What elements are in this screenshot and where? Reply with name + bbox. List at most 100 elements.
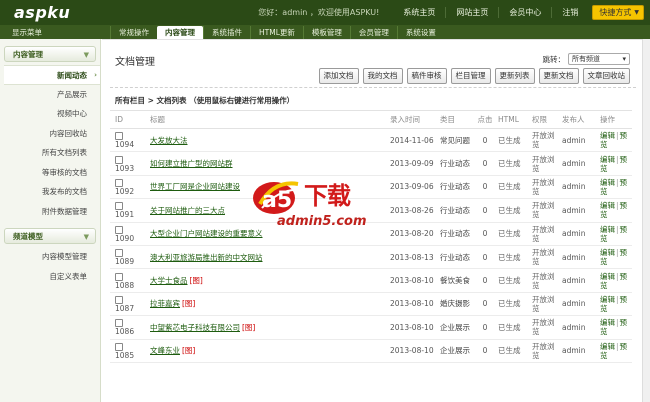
watermark-badge-text: a5: [262, 188, 292, 213]
category-management-button[interactable]: 栏目管理: [450, 68, 491, 84]
vertical-scrollbar[interactable]: [642, 39, 650, 402]
row-category: 婚庆摄影: [438, 292, 474, 317]
row-checkbox[interactable]: [115, 178, 123, 187]
row-date: 2013-08-10: [388, 292, 438, 317]
tab-content-management[interactable]: 内容管理: [157, 26, 203, 39]
row-publisher: admin: [560, 128, 598, 153]
row-hits: 0: [474, 175, 496, 200]
col-permission[interactable]: 权限: [530, 110, 560, 129]
channel-select[interactable]: 所有频道 ▾: [568, 53, 630, 65]
document-title-link[interactable]: 拉菲嘉宾: [150, 299, 180, 308]
row-checkbox[interactable]: [115, 155, 123, 164]
edit-link[interactable]: 编辑: [600, 272, 615, 281]
review-button[interactable]: 稿件审核: [406, 68, 447, 84]
my-documents-button[interactable]: 我的文档: [362, 68, 403, 84]
sidebar-group-content[interactable]: 内容管理 ▼: [4, 46, 96, 62]
row-checkbox[interactable]: [115, 132, 123, 141]
document-title-link[interactable]: 关于网站推广的三大点: [150, 206, 225, 215]
row-id-value: 1092: [115, 186, 135, 196]
row-id: 1085: [110, 339, 148, 363]
row-checkbox[interactable]: [115, 342, 123, 351]
edit-link[interactable]: 编辑: [600, 225, 615, 234]
document-title-link[interactable]: 澳大利亚旅游局推出新的中文网站: [150, 253, 263, 262]
row-checkbox[interactable]: [115, 202, 123, 211]
edit-link[interactable]: 编辑: [600, 155, 615, 164]
col-date[interactable]: 录入时间: [388, 110, 438, 129]
document-title-link[interactable]: 大型企业门户网站建设的重要意义: [150, 229, 263, 238]
show-menu-toggle[interactable]: 显示菜单: [12, 27, 42, 38]
edit-link[interactable]: 编辑: [600, 201, 615, 210]
row-checkbox[interactable]: [115, 249, 123, 258]
add-document-button[interactable]: 添加文档: [318, 68, 359, 84]
sidebar-item-news[interactable]: 新闻动态 ›: [4, 65, 100, 85]
edit-link[interactable]: 编辑: [600, 248, 615, 257]
col-title[interactable]: 标题: [148, 110, 388, 129]
sidebar-item-custom-forms[interactable]: 自定义表单: [0, 267, 100, 287]
tab-settings[interactable]: 系统设置: [396, 26, 444, 39]
edit-link[interactable]: 编辑: [600, 318, 615, 327]
table-row[interactable]: 1086 中望紫芯电子科技有限公司 [图] 2013-08-10 企业展示 0 已生成 开放浏…: [110, 315, 632, 340]
table-row[interactable]: 1088 大学士食品 [图] 2013-08-10 餐饮美食 0 已生成 开放浏览 admin 编…: [110, 268, 632, 293]
table-row[interactable]: 1093 如何建立推广型的网站群 2013-09-09 行业动态 0 已生成 开放浏览 adm…: [110, 151, 632, 176]
link-system-home[interactable]: 系统主页: [393, 7, 445, 18]
col-hits[interactable]: 点击: [474, 110, 496, 129]
app-logo[interactable]: aspku: [14, 3, 70, 22]
tab-members[interactable]: 会员管理: [349, 26, 397, 39]
row-checkbox[interactable]: [115, 319, 123, 328]
sidebar-item-content-models[interactable]: 内容模型管理: [0, 247, 100, 267]
chevron-down-icon: ▼: [83, 51, 89, 59]
document-title-link[interactable]: 大发放大法: [150, 136, 188, 145]
row-id-value: 1087: [115, 303, 135, 313]
sidebar-group-channel-models[interactable]: 频道模型 ▼: [4, 228, 96, 244]
table-header-row: ID 标题 录入时间 类目 点击 HTML 权限 发布人 操作: [110, 110, 632, 129]
page-title: 文档管理: [115, 57, 155, 68]
document-title-link[interactable]: 文峰东业: [150, 346, 180, 355]
edit-link[interactable]: 编辑: [600, 295, 615, 304]
update-documents-button[interactable]: 更新文档: [538, 68, 579, 84]
tab-html-update[interactable]: HTML更新: [250, 26, 303, 39]
tab-templates[interactable]: 模板管理: [302, 26, 350, 39]
row-checkbox[interactable]: [115, 272, 123, 281]
sidebar-item-pending[interactable]: 等审核的文档: [0, 163, 100, 183]
chevron-down-icon: ▼: [634, 9, 639, 16]
image-tag: [图]: [189, 276, 203, 286]
row-id: 1093: [110, 151, 148, 176]
quick-access-button[interactable]: 快捷方式 ▼: [592, 5, 644, 20]
document-title-link[interactable]: 如何建立推广型的网站群: [150, 159, 233, 168]
row-permission: 开放浏览: [530, 292, 560, 317]
row-checkbox[interactable]: [115, 295, 123, 304]
sidebar-item-all-docs[interactable]: 所有文档列表: [0, 143, 100, 163]
link-site-home[interactable]: 网站主页: [445, 7, 498, 18]
tab-plugins[interactable]: 系统插件: [203, 26, 250, 39]
edit-link[interactable]: 编辑: [600, 178, 615, 187]
sidebar-item-attachments[interactable]: 附件数据管理: [0, 202, 100, 222]
table-row[interactable]: 1085 文峰东业 [图] 2013-08-10 企业展示 0 已生成 开放浏览 admin 编辑…: [110, 339, 632, 363]
document-title-link[interactable]: 世界工厂网是企业网站建设: [150, 182, 240, 191]
top-header: aspku 您好：admin ，欢迎使用ASPKU! 系统主页 网站主页 会员中…: [0, 0, 650, 25]
table-row[interactable]: 1089 澳大利亚旅游局推出新的中文网站 2013-08-13 行业动态 0 已生成 开放浏…: [110, 245, 632, 270]
col-id[interactable]: ID: [110, 110, 148, 129]
row-id-value: 1089: [115, 257, 135, 267]
document-title-link[interactable]: 中望紫芯电子科技有限公司: [150, 323, 240, 332]
article-recycle-button[interactable]: 文章回收站: [582, 68, 630, 84]
row-id: 1088: [110, 268, 148, 293]
col-html[interactable]: HTML: [496, 110, 530, 129]
tab-general[interactable]: 常规操作: [110, 26, 157, 39]
table-row[interactable]: 1087 拉菲嘉宾 [图] 2013-08-10 婚庆摄影 0 已生成 开放浏览 admin 编辑…: [110, 292, 632, 317]
document-title-link[interactable]: 大学士食品: [150, 276, 188, 285]
row-actions: 编辑|预览: [598, 315, 632, 340]
sidebar-item-my-docs[interactable]: 我发布的文档: [0, 182, 100, 202]
col-publisher[interactable]: 发布人: [560, 110, 598, 129]
edit-link[interactable]: 编辑: [600, 342, 615, 351]
table-row[interactable]: 1094 大发放大法 2014-11-06 常见问题 0 已生成 开放浏览 admin 编辑|预…: [110, 128, 632, 153]
edit-link[interactable]: 编辑: [600, 131, 615, 140]
sidebar-item-products[interactable]: 产品展示: [0, 85, 100, 105]
link-logout[interactable]: 注销: [551, 7, 588, 18]
sidebar-item-videos[interactable]: 视频中心: [0, 104, 100, 124]
sidebar-item-recycle[interactable]: 内容回收站: [0, 124, 100, 144]
col-category[interactable]: 类目: [438, 110, 474, 129]
link-member-center[interactable]: 会员中心: [498, 7, 551, 18]
row-id: 1086: [110, 315, 148, 340]
update-list-button[interactable]: 更新列表: [494, 68, 535, 84]
row-checkbox[interactable]: [115, 225, 123, 234]
